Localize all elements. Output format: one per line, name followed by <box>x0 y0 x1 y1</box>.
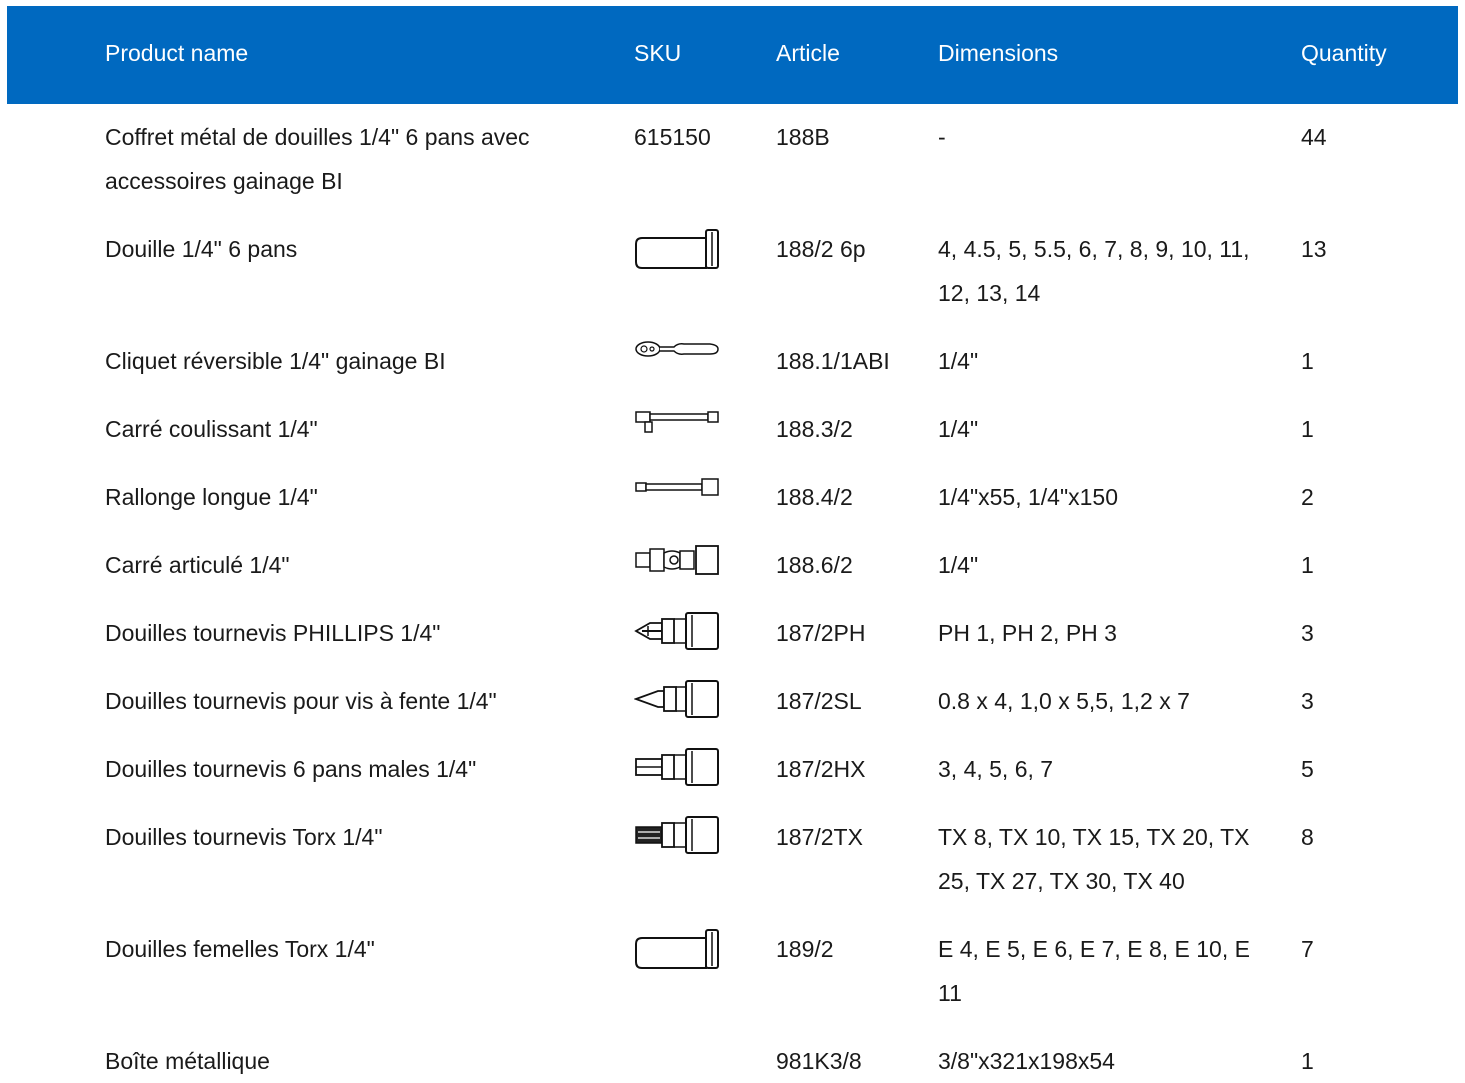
quantity: 3 <box>1301 688 1314 714</box>
header-product-name: Product name <box>105 40 249 66</box>
article: 187/2PH <box>776 620 866 646</box>
product-name: Douilles tournevis Torx 1/4" <box>105 824 383 850</box>
dimensions: 1/4" <box>938 348 979 374</box>
product-name: Douilles tournevis PHILLIPS 1/4" <box>105 620 441 646</box>
dimensions: - <box>938 124 946 150</box>
quantity: 7 <box>1301 936 1314 962</box>
quantity: 44 <box>1301 124 1327 150</box>
quantity: 1 <box>1301 416 1314 442</box>
header-quantity: Quantity <box>1301 40 1387 66</box>
dimensions: 3/8"x321x198x54 <box>938 1048 1115 1074</box>
article: 187/2TX <box>776 824 863 850</box>
dimensions: 4, 4.5, 5, 5.5, 6, 7, 8, 9, 10, 11, 12, … <box>938 236 1250 306</box>
article: 188/2 6p <box>776 236 866 262</box>
header-dimensions: Dimensions <box>938 40 1059 66</box>
dimensions: PH 1, PH 2, PH 3 <box>938 620 1117 646</box>
quantity: 5 <box>1301 756 1314 782</box>
article: 188.1/1ABI <box>776 348 890 374</box>
quantity: 1 <box>1301 1048 1314 1074</box>
article: 188.4/2 <box>776 484 853 510</box>
sliding-t-bar-icon <box>634 408 720 436</box>
slotted-bit-socket-icon <box>634 679 720 719</box>
ratchet-icon <box>634 339 720 361</box>
quantity: 1 <box>1301 348 1314 374</box>
hex-bit-socket-icon <box>634 747 720 787</box>
product-name: Douilles tournevis 6 pans males 1/4" <box>105 756 477 782</box>
article: 981K3/8 <box>776 1048 862 1074</box>
header-sku: SKU <box>634 40 682 66</box>
quantity: 8 <box>1301 824 1314 850</box>
product-name: Douilles femelles Torx 1/4" <box>105 936 375 962</box>
product-name: Coffret métal de douilles 1/4" 6 pans av… <box>105 124 530 194</box>
article: 188B <box>776 124 830 150</box>
article: 188.3/2 <box>776 416 853 442</box>
phillips-bit-socket-icon <box>634 611 720 651</box>
product-name: Douille 1/4" 6 pans <box>105 236 298 262</box>
article: 187/2SL <box>776 688 862 714</box>
quantity: 13 <box>1301 236 1327 262</box>
header-article: Article <box>776 40 840 66</box>
dimensions: E 4, E 5, E 6, E 7, E 8, E 10, E 11 <box>938 936 1250 1006</box>
extension-bar-icon <box>634 477 720 499</box>
quantity: 2 <box>1301 484 1314 510</box>
quantity: 3 <box>1301 620 1314 646</box>
product-name: Carré articulé 1/4" <box>105 552 290 578</box>
socket-icon <box>634 228 720 270</box>
quantity: 1 <box>1301 552 1314 578</box>
dimensions: 1/4"x55, 1/4"x150 <box>938 484 1119 510</box>
sku: 615150 <box>634 124 711 150</box>
dimensions: 3, 4, 5, 6, 7 <box>938 756 1054 782</box>
product-name: Douilles tournevis pour vis à fente 1/4" <box>105 688 497 714</box>
dimensions: 1/4" <box>938 552 979 578</box>
dimensions: 1/4" <box>938 416 979 442</box>
dimensions: 0.8 x 4, 1,0 x 5,5, 1,2 x 7 <box>938 688 1190 714</box>
torx-bit-socket-icon <box>634 815 720 855</box>
product-name: Rallonge longue 1/4" <box>105 484 318 510</box>
universal-joint-icon <box>634 543 720 577</box>
product-name: Cliquet réversible 1/4" gainage BI <box>105 348 446 374</box>
article: 188.6/2 <box>776 552 853 578</box>
product-name: Boîte métallique <box>105 1048 270 1074</box>
article: 189/2 <box>776 936 834 962</box>
table-header: Product name SKU Article Dimensions Quan… <box>7 6 1458 104</box>
article: 187/2HX <box>776 756 866 782</box>
female-torx-socket-icon <box>634 928 720 970</box>
product-name: Carré coulissant 1/4" <box>105 416 318 442</box>
dimensions: TX 8, TX 10, TX 15, TX 20, TX 25, TX 27,… <box>938 824 1250 894</box>
